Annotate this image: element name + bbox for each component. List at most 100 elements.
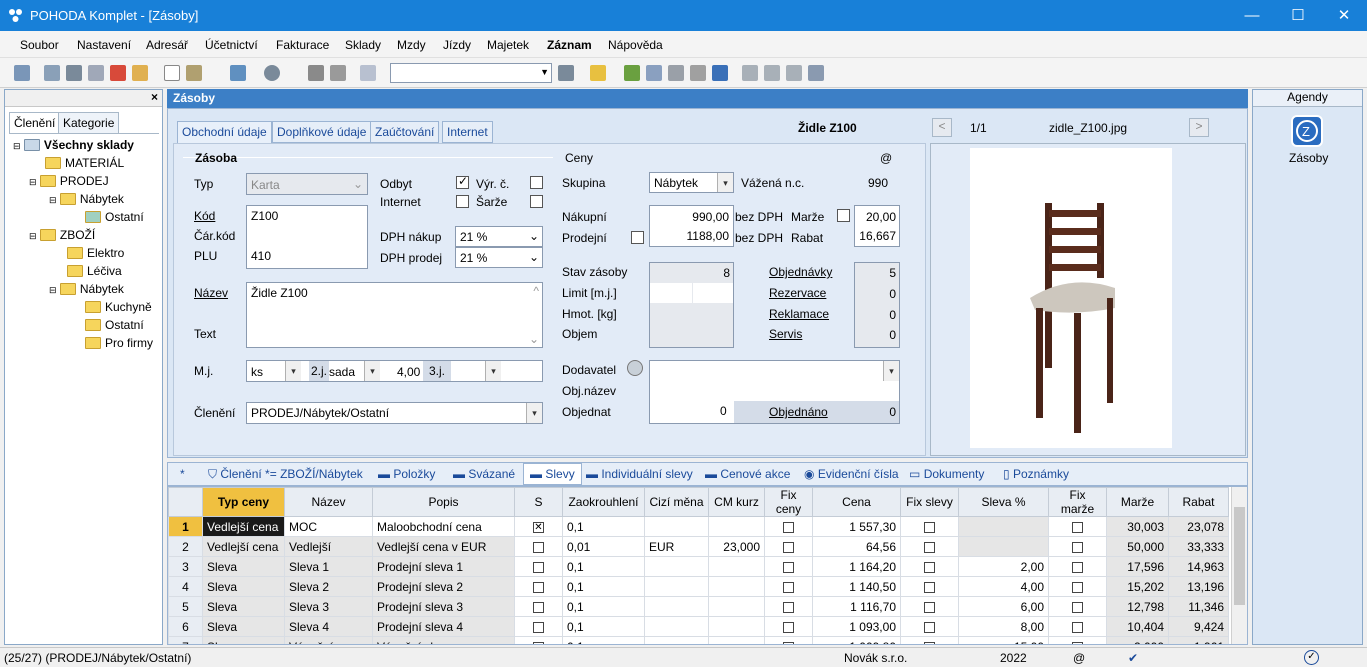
- cell-sleva[interactable]: 15,00: [958, 636, 1049, 644]
- tab-slevy[interactable]: ▬ Slevy: [523, 463, 582, 485]
- cell-fix-marze[interactable]: [1048, 596, 1107, 617]
- cell-sleva[interactable]: [958, 516, 1049, 537]
- cell-cena[interactable]: 1 164,20: [812, 556, 901, 577]
- col-fix-ceny[interactable]: Fix ceny: [764, 487, 813, 517]
- checkbox[interactable]: [533, 561, 544, 573]
- col-rabat[interactable]: Rabat: [1168, 487, 1229, 517]
- cell-marze[interactable]: 30,003: [1106, 516, 1169, 537]
- cell-fix-slevy[interactable]: [900, 636, 959, 644]
- cell-cizi-mena[interactable]: [644, 556, 709, 577]
- tab-cenove-akce[interactable]: ▬ Cenové akce: [705, 467, 790, 481]
- menu-jizdy[interactable]: Jízdy: [443, 38, 471, 52]
- tab-all[interactable]: *: [180, 467, 185, 481]
- cell-s[interactable]: [514, 576, 563, 597]
- cell-sleva[interactable]: 2,00: [958, 556, 1049, 577]
- mj-dropdown-button[interactable]: ▾: [285, 361, 301, 381]
- cell-zaokrouhleni[interactable]: 0,1: [562, 516, 645, 537]
- cell-cena[interactable]: 64,56: [812, 536, 901, 557]
- table-icon[interactable]: [646, 65, 662, 81]
- cell-marze[interactable]: 15,202: [1106, 576, 1169, 597]
- menu-majetek[interactable]: Majetek: [487, 38, 529, 52]
- cell-cm-kurz[interactable]: 23,000: [708, 536, 765, 557]
- clipboard-icon[interactable]: [360, 65, 376, 81]
- next-image-button[interactable]: >: [1189, 118, 1209, 137]
- tab-zauctovani[interactable]: Zaúčtování: [370, 121, 440, 143]
- cell-s[interactable]: [514, 616, 563, 637]
- j2-dropdown-button[interactable]: ▾: [364, 361, 380, 381]
- cell-popis[interactable]: Vedlejší cena v EUR: [372, 536, 515, 557]
- cell-popis[interactable]: Prodejní sleva 3: [372, 596, 515, 617]
- cleneni-field[interactable]: PRODEJ/Nábytek/Ostatní ▾: [246, 402, 543, 424]
- cell-nazev[interactable]: Vánoční: [284, 636, 373, 644]
- skupina-field[interactable]: Nábytek ▾: [649, 172, 734, 193]
- cell-popis[interactable]: Prodejní sleva 2: [372, 576, 515, 597]
- checkbox[interactable]: ✕: [533, 521, 544, 533]
- print-icon[interactable]: [66, 65, 82, 81]
- tab-cleneni[interactable]: Členění: [9, 112, 61, 134]
- calculator-icon[interactable]: [668, 65, 684, 81]
- checkbox[interactable]: [533, 621, 544, 633]
- folder-icon[interactable]: [590, 65, 606, 81]
- iban-icon[interactable]: [712, 65, 728, 81]
- cell-fix-marze[interactable]: [1048, 576, 1107, 597]
- cell-cena[interactable]: 1 093,00: [812, 616, 901, 637]
- cell-rabat[interactable]: 14,963: [1168, 556, 1229, 577]
- cleneni-dropdown-button[interactable]: ▾: [526, 403, 542, 423]
- grid-scrollbar[interactable]: [1231, 487, 1247, 644]
- objednano-link[interactable]: Objednáno: [769, 405, 828, 419]
- save-all-icon[interactable]: [330, 65, 346, 81]
- cell-fix-marze[interactable]: [1048, 536, 1107, 557]
- cell-fix-slevy[interactable]: [900, 536, 959, 557]
- tree-elektro[interactable]: Elektro: [67, 246, 124, 260]
- dph-nakup-select[interactable]: 21 % ⌄: [455, 226, 543, 247]
- cell-cizi-mena[interactable]: [644, 636, 709, 644]
- tab-kategorie[interactable]: Kategorie: [58, 112, 120, 134]
- checkbox[interactable]: [924, 561, 935, 573]
- document-icon[interactable]: [690, 65, 706, 81]
- address-book-icon[interactable]: [627, 360, 643, 376]
- cell-typ-ceny[interactable]: Sleva: [202, 596, 285, 617]
- cell-marze[interactable]: 50,000: [1106, 536, 1169, 557]
- marze-rabat-values[interactable]: 20,00 16,667: [854, 205, 900, 247]
- cell-marze[interactable]: 2,000: [1106, 636, 1169, 644]
- checkbox[interactable]: [1072, 581, 1083, 593]
- row-number[interactable]: 7: [168, 636, 203, 644]
- checkbox[interactable]: [783, 601, 794, 613]
- col-cizi-mena[interactable]: Cizí měna: [644, 487, 709, 517]
- col-popis[interactable]: Popis: [372, 487, 515, 517]
- export-icon[interactable]: [132, 65, 148, 81]
- tree-zbozi-nabytek[interactable]: ⊟ Nábytek: [49, 282, 124, 296]
- col-nazev[interactable]: Název: [284, 487, 373, 517]
- cell-zaokrouhleni[interactable]: 0,1: [562, 556, 645, 577]
- checkbox[interactable]: [924, 621, 935, 633]
- cell-typ-ceny[interactable]: Sleva: [202, 556, 285, 577]
- col-s[interactable]: S: [514, 487, 563, 517]
- checkbox[interactable]: [924, 581, 935, 593]
- checkbox[interactable]: [1072, 601, 1083, 613]
- kod-fields[interactable]: Z100 410: [246, 205, 368, 269]
- menu-sklady[interactable]: Sklady: [345, 38, 381, 52]
- cell-fix-marze[interactable]: [1048, 516, 1107, 537]
- checkbox[interactable]: [1072, 521, 1083, 533]
- checkbox[interactable]: [783, 641, 794, 644]
- menu-fakturace[interactable]: Fakturace: [276, 38, 329, 52]
- tab-evidencni-cisla[interactable]: ◉ Evidenční čísla: [804, 467, 899, 481]
- cell-nazev[interactable]: Sleva 2: [284, 576, 373, 597]
- pencil-icon[interactable]: [624, 65, 640, 81]
- col-marze[interactable]: Marže: [1106, 487, 1169, 517]
- checkbox[interactable]: [1072, 621, 1083, 633]
- cell-nazev[interactable]: Vedlejší: [284, 536, 373, 557]
- j3-dropdown-button[interactable]: ▾: [485, 361, 501, 381]
- cell-cena[interactable]: 1 009,80: [812, 636, 901, 644]
- table-row[interactable]: 5 Sleva Sleva 3 Prodejní sleva 3 0,1 1 116,70…: [168, 596, 1229, 617]
- menu-nastaveni[interactable]: Nastavení: [77, 38, 131, 52]
- new-record-icon[interactable]: [164, 65, 180, 81]
- minimize-button[interactable]: —: [1229, 0, 1275, 31]
- cell-fix-ceny[interactable]: [764, 616, 813, 637]
- zasoby-agenda-icon[interactable]: Z: [1291, 115, 1323, 147]
- col-cm-kurz[interactable]: CM kurz: [708, 487, 765, 517]
- col-sleva[interactable]: Sleva %: [958, 487, 1049, 517]
- odbyt-checkbox[interactable]: ✓: [456, 174, 469, 189]
- cell-typ-ceny[interactable]: Vedlejší cena: [202, 536, 285, 557]
- close-panel-icon[interactable]: ×: [151, 90, 158, 104]
